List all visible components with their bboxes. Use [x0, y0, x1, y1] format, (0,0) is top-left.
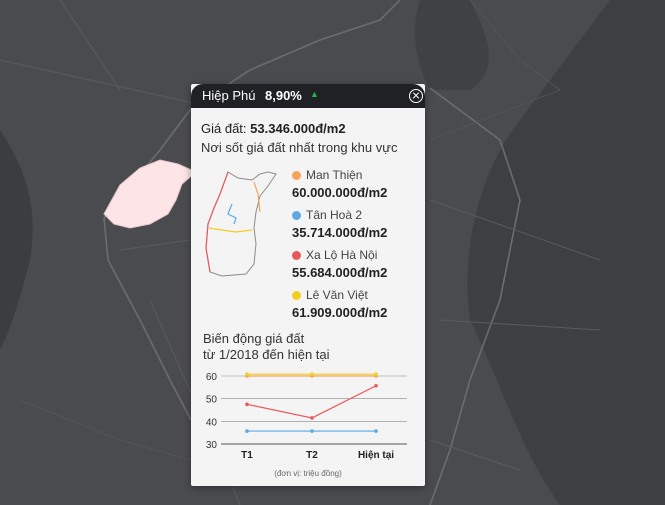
- price-value: 53.346.000đ/m2: [250, 121, 346, 136]
- x-tick-label: T1: [241, 450, 253, 461]
- data-point: [374, 383, 378, 388]
- legend-dot: [292, 171, 301, 180]
- y-tick-label: 30: [206, 440, 218, 451]
- data-point: [310, 372, 314, 376]
- street-price: 55.684.000đ/m2: [292, 265, 388, 280]
- street-price: 60.000.000đ/m2: [292, 185, 388, 200]
- unit-note: (đơn vị: triệu đồng): [274, 469, 342, 478]
- data-point: [374, 429, 378, 433]
- chart-title-line: Biến động giá đất: [203, 331, 305, 346]
- legend-dot: [292, 251, 301, 260]
- street-name: Lê Văn Việt: [306, 288, 368, 302]
- hot-streets-title: Nơi sốt giá đất nhất trong khu vực: [201, 140, 398, 155]
- legend-dot: [292, 211, 301, 220]
- y-tick-label: 50: [206, 395, 218, 406]
- y-tick-label: 60: [206, 372, 218, 383]
- district-popup: Hiệp Phú 8,90% ▲ Giá đất: 53.346.000đ/m2…: [191, 84, 425, 486]
- ward-mini-map: [205, 171, 277, 277]
- popup-header: Hiệp Phú 8,90% ▲: [191, 84, 425, 108]
- legend-dot: [292, 291, 301, 300]
- price-label: Giá đất:: [201, 121, 247, 136]
- price-change: 8,90%: [265, 88, 302, 103]
- data-point: [310, 429, 314, 433]
- data-point: [245, 402, 249, 407]
- series-line: [246, 385, 377, 419]
- x-tick-label: Hiện tại: [358, 450, 394, 461]
- street-price: 61.909.000đ/m2: [292, 305, 388, 320]
- data-point: [245, 372, 249, 376]
- street-name: Man Thiện: [306, 168, 363, 182]
- chart-title-line: từ 1/2018 đến hiện tại: [203, 347, 330, 362]
- data-point: [245, 429, 249, 433]
- data-point: [374, 372, 378, 376]
- street-name: Tân Hoà 2: [306, 208, 363, 222]
- price-trend-chart: 30 40 50 60 T1 T2 Hiện tại (đơn vị: triệu đồng): [206, 372, 407, 478]
- y-tick-label: 40: [206, 417, 218, 428]
- chart-title: Biến động giá đất từ 1/2018 đến hiện tại: [203, 331, 393, 363]
- x-tick-label: T2: [306, 450, 318, 461]
- trend-up-icon: ▲: [310, 89, 319, 99]
- street-price: 35.714.000đ/m2: [292, 225, 388, 240]
- close-icon[interactable]: [409, 89, 423, 103]
- data-point: [310, 416, 314, 420]
- street-name: Xa Lộ Hà Nội: [306, 248, 378, 262]
- price-line: Giá đất: 53.346.000đ/m2: [201, 121, 346, 136]
- district-name: Hiệp Phú: [202, 88, 256, 103]
